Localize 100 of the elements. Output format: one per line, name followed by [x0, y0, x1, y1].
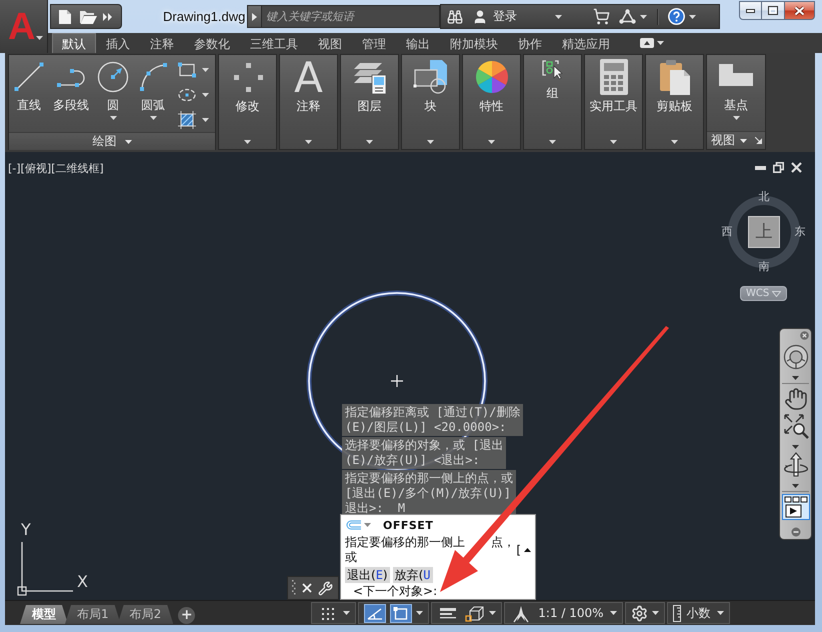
ribbon-tab[interactable]: 输出: [396, 33, 440, 53]
caret-icon[interactable]: [689, 14, 696, 18]
option-button[interactable]: 放弃(U: [392, 567, 433, 583]
caret-icon[interactable]: [792, 444, 799, 448]
binoculars-icon[interactable]: [447, 8, 463, 24]
search-field[interactable]: 键入关键字或短语: [261, 5, 440, 28]
caret-icon[interactable]: [202, 92, 209, 96]
ribbon-panel-button[interactable]: 特性: [462, 54, 521, 150]
grip-icon[interactable]: [292, 580, 296, 596]
ribbon-tab[interactable]: 附加模块: [440, 33, 508, 53]
caret-icon: [124, 140, 132, 144]
ribbon-panel-button[interactable]: 组: [523, 54, 582, 150]
search-expand-button[interactable]: [247, 5, 261, 28]
ribbon-tab[interactable]: 三维工具: [240, 33, 308, 53]
command-history-text: 指定偏移距离或 [通过(T)/删除 (E)/图层(L)] <20.0000>:: [342, 404, 524, 436]
launcher-arrow-icon[interactable]: [755, 137, 762, 144]
ribbon-tab[interactable]: 视图: [308, 33, 352, 53]
hand-icon[interactable]: [784, 386, 808, 410]
caret-icon[interactable]: [489, 611, 496, 615]
caret-icon[interactable]: [792, 484, 799, 488]
ribbon-tab[interactable]: 协作: [508, 33, 552, 53]
ribbon-tool-button[interactable]: 基点: [707, 55, 765, 120]
ribbon-tool-button[interactable]: 圆弧: [133, 55, 173, 120]
layout-tab[interactable]: 布局2: [118, 605, 174, 624]
ribbon-panel-button[interactable]: 图层: [340, 54, 399, 150]
triangle-right-icon: [252, 12, 257, 20]
sign-in-button[interactable]: 登录: [491, 8, 519, 25]
caret-icon[interactable]: [716, 611, 724, 615]
units-button[interactable]: 小数: [684, 604, 713, 622]
close-button[interactable]: [785, 1, 815, 20]
offset-icon[interactable]: [345, 520, 361, 530]
showmotion-icon[interactable]: [782, 494, 810, 520]
caret-icon[interactable]: [343, 611, 350, 615]
minimize-button[interactable]: [739, 1, 762, 20]
caret-icon: [427, 140, 434, 144]
ribbon-tab[interactable]: 默认: [52, 33, 96, 53]
cart-icon[interactable]: [593, 8, 610, 25]
group-icon: [542, 59, 564, 79]
panel-title-button[interactable]: 视图: [707, 131, 765, 149]
ribbon-tab[interactable]: 注释: [140, 33, 184, 53]
caret-icon[interactable]: [202, 118, 209, 122]
add-layout-button[interactable]: +: [178, 607, 196, 624]
annotation-scale-button[interactable]: 1:1 / 100%: [536, 606, 606, 620]
rectangle-icon[interactable]: [178, 62, 196, 78]
layout-tab[interactable]: 布局1: [65, 605, 121, 624]
object-snap-icon[interactable]: [390, 604, 412, 622]
caret-icon[interactable]: [652, 611, 659, 615]
caret-icon[interactable]: [202, 68, 209, 72]
ribbon-panel-button[interactable]: 实用工具: [584, 54, 643, 150]
double-chevron-icon[interactable]: [103, 12, 112, 20]
new-file-icon[interactable]: [57, 8, 73, 24]
ruler-icon[interactable]: [672, 604, 681, 622]
ribbon-tab[interactable]: 插入: [96, 33, 140, 53]
triangle-nodes-icon[interactable]: [619, 9, 636, 24]
caret-icon[interactable]: [640, 14, 647, 18]
wrench-icon[interactable]: [318, 580, 333, 596]
ribbon-tool-button[interactable]: 圆: [93, 55, 133, 120]
caret-icon: [549, 140, 556, 144]
line-icon: [13, 61, 45, 93]
viewport-controls-label[interactable]: [-][俯视][二维线框]: [8, 161, 104, 176]
caret-icon[interactable]: [364, 523, 371, 527]
ribbon-panel-button[interactable]: 剪贴板: [645, 54, 704, 150]
zoom-icon[interactable]: [782, 412, 808, 438]
folder-icon[interactable]: [79, 9, 97, 24]
settings-icon[interactable]: [630, 604, 648, 622]
maximize-button[interactable]: [762, 1, 785, 20]
cube-icon[interactable]: [463, 604, 486, 622]
panel-title-button[interactable]: 绘图: [9, 132, 215, 150]
hatch-icon[interactable]: [178, 110, 196, 128]
caret-icon[interactable]: [555, 14, 562, 18]
close-icon: [794, 6, 805, 16]
ellipse-icon[interactable]: [178, 88, 196, 102]
ribbon-tab[interactable]: 管理: [352, 33, 396, 53]
ribbon-panel-button[interactable]: A 注释: [279, 54, 338, 150]
restore-icon[interactable]: [773, 162, 784, 173]
scroll-up-icon[interactable]: [524, 548, 531, 552]
steering-wheel-icon[interactable]: [782, 344, 808, 370]
ribbon-tool-button[interactable]: 多段线: [49, 55, 93, 112]
layout-tab[interactable]: 模型: [20, 605, 68, 624]
caret-icon[interactable]: [792, 376, 799, 380]
caret-icon[interactable]: [416, 611, 424, 615]
prompt-continuation: [: [516, 542, 521, 558]
ribbon-tab[interactable]: 精选应用: [552, 33, 620, 53]
close-icon[interactable]: [791, 162, 802, 173]
ribbon-tool-button[interactable]: 直线: [9, 55, 49, 112]
caret-icon[interactable]: [610, 611, 617, 615]
orbit-icon[interactable]: [782, 452, 808, 478]
option-button[interactable]: 退出(E): [345, 567, 390, 583]
caret-icon[interactable]: [657, 41, 664, 45]
ribbon-tab[interactable]: 参数化: [184, 33, 240, 53]
minus-circle-icon[interactable]: [790, 527, 800, 537]
caret-icon: [671, 140, 678, 144]
caret-icon: [305, 140, 312, 144]
ribbon-panel-button[interactable]: 修改: [218, 54, 277, 150]
help-icon[interactable]: [668, 8, 685, 25]
close-icon[interactable]: [302, 583, 312, 593]
ribbon-panel-button[interactable]: 块: [401, 54, 460, 150]
minimize-icon[interactable]: [755, 166, 766, 170]
polar-angle-icon[interactable]: [364, 604, 386, 622]
ribbon-toggle-icon[interactable]: [640, 38, 654, 48]
